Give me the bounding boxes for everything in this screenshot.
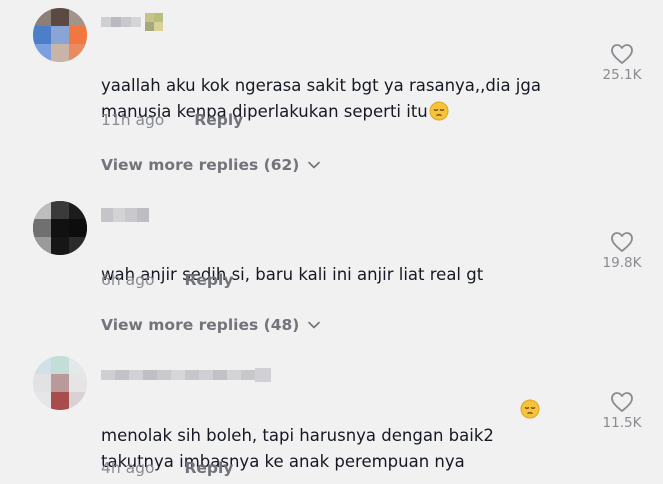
- comment-3: menolak sih boleh, tapi harusnya dengan …: [0, 0, 663, 477]
- comment-meta: 6h ago Reply: [101, 271, 233, 289]
- avatar-pixelated-image: [33, 201, 87, 255]
- chevron-down-icon: [308, 321, 321, 329]
- pensive-face-emoji-icon: [520, 399, 540, 419]
- reply-button[interactable]: Reply: [184, 459, 233, 477]
- heart-outline-icon[interactable]: [610, 391, 634, 413]
- comment-time: 4h ago: [101, 459, 155, 477]
- avatar[interactable]: [33, 356, 87, 410]
- avatar[interactable]: [33, 201, 87, 255]
- heart-outline-icon[interactable]: [610, 231, 634, 253]
- like-count: 11.5K: [602, 415, 642, 431]
- username-blurred[interactable]: [101, 366, 273, 384]
- view-more-replies[interactable]: View more replies (48): [101, 316, 321, 334]
- reply-button[interactable]: Reply: [184, 271, 233, 289]
- like-section: 11.5K: [598, 391, 646, 431]
- comment-time: 6h ago: [101, 271, 155, 289]
- comment-meta: 4h ago Reply: [101, 459, 233, 477]
- avatar-pixelated-image: [33, 356, 87, 410]
- username-blur: [101, 208, 149, 222]
- username-blur: [101, 368, 271, 382]
- like-section: 19.8K: [598, 231, 646, 271]
- view-more-replies-label: View more replies (48): [101, 316, 300, 334]
- username-blurred[interactable]: [101, 206, 151, 224]
- like-count: 19.8K: [602, 255, 642, 271]
